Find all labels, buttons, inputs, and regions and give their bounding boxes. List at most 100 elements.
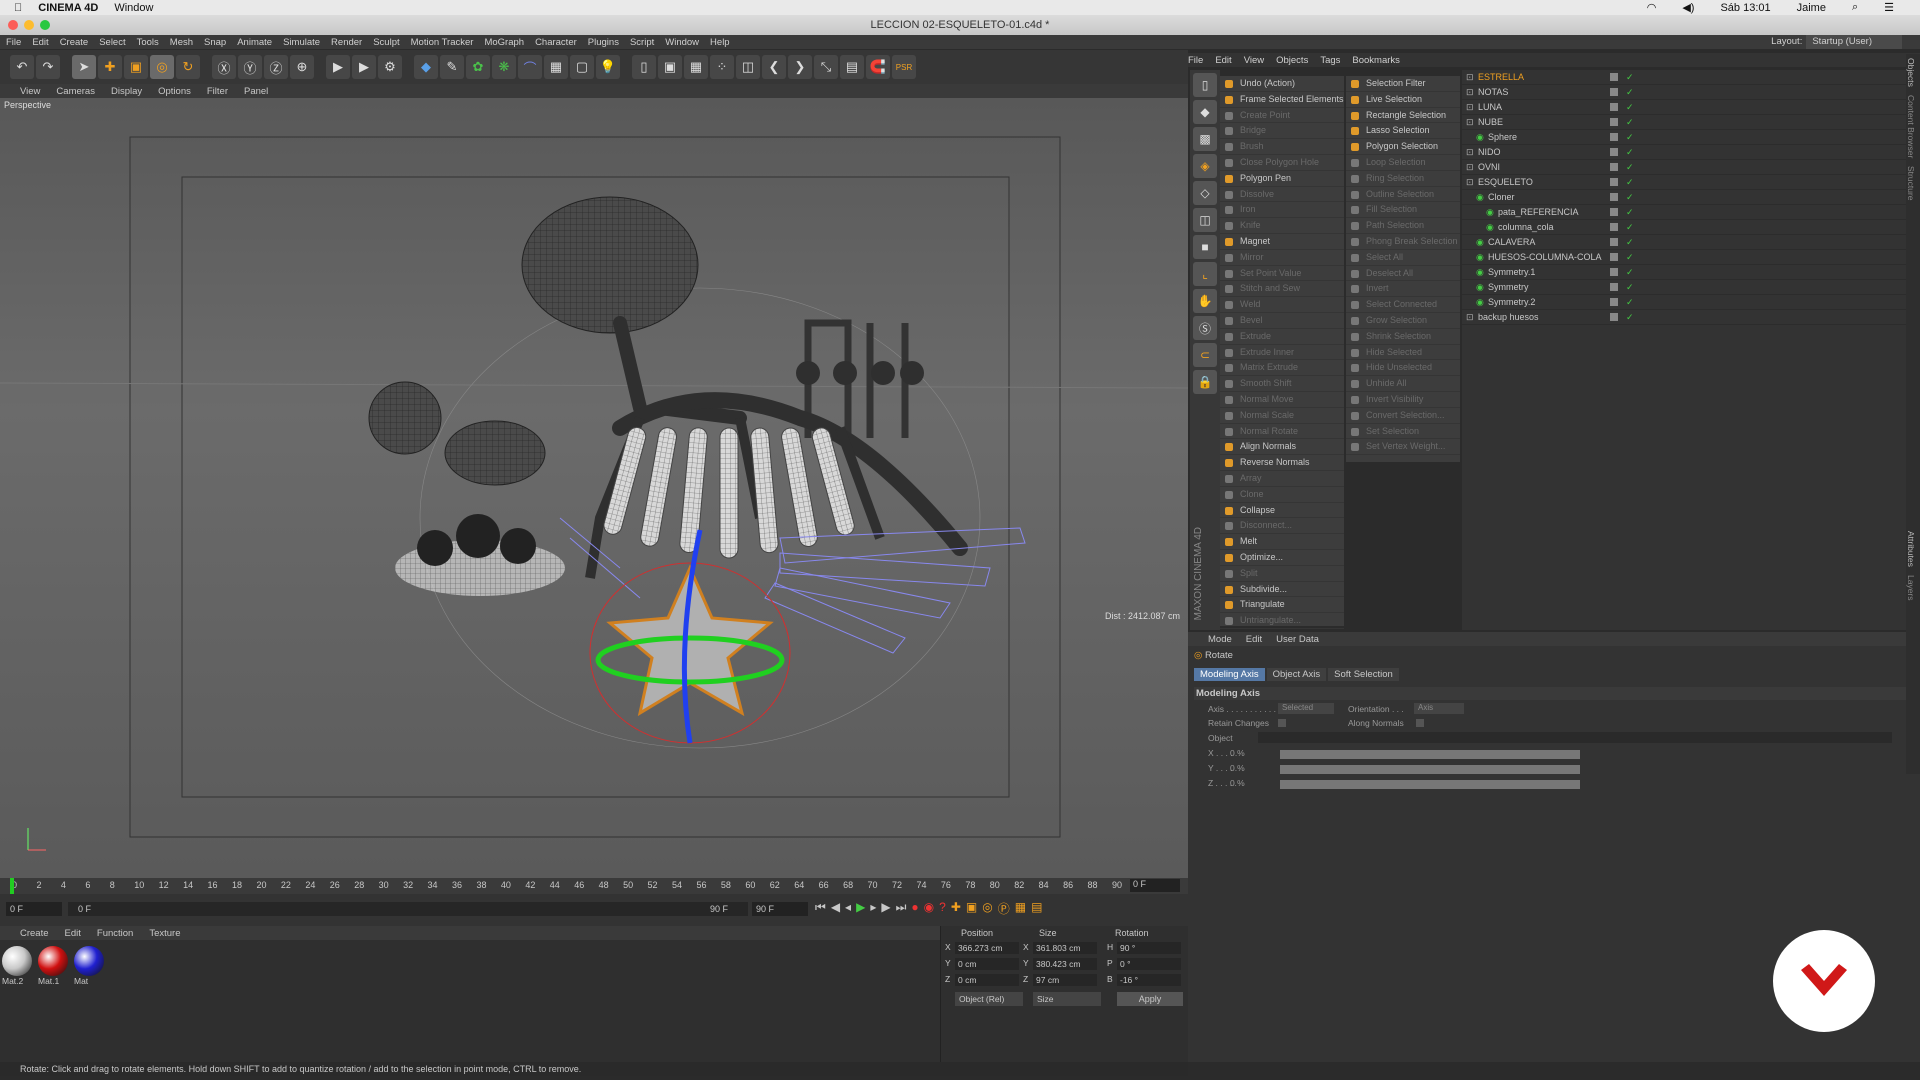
- polygons-icon[interactable]: ■: [1193, 235, 1217, 259]
- visibility-toggle[interactable]: [1610, 313, 1618, 321]
- visibility-toggle[interactable]: [1610, 208, 1618, 216]
- move-icon[interactable]: ✚: [98, 55, 122, 79]
- layout-selector[interactable]: Layout: Startup (User): [1771, 35, 1902, 49]
- axis-icon[interactable]: ⌞: [1193, 262, 1217, 286]
- visibility-toggle[interactable]: [1610, 268, 1618, 276]
- rotation-field[interactable]: 90 °: [1117, 942, 1181, 954]
- objmenu-tags[interactable]: Tags: [1320, 55, 1340, 66]
- end-frame-field[interactable]: 90 F: [752, 902, 808, 916]
- cmd-invert[interactable]: Invert: [1346, 281, 1460, 298]
- visibility-toggle[interactable]: [1610, 193, 1618, 201]
- make-editable-icon[interactable]: ▯: [632, 55, 656, 79]
- texture-mode-icon[interactable]: ▦: [684, 55, 708, 79]
- goto-end-icon[interactable]: ⏭: [896, 900, 907, 917]
- cmd-set-selection[interactable]: Set Selection: [1346, 424, 1460, 440]
- axis-slider-value[interactable]: 0 %: [1230, 748, 1270, 758]
- visibility-toggle[interactable]: [1610, 238, 1618, 246]
- edges-icon[interactable]: ◫: [1193, 208, 1217, 232]
- tab-modeling-axis[interactable]: Modeling Axis: [1194, 668, 1265, 681]
- objmenu-bookmarks[interactable]: Bookmarks: [1352, 55, 1400, 66]
- recent-tool-icon[interactable]: ↻: [176, 55, 200, 79]
- apple-icon[interactable]: : [14, 2, 22, 14]
- prev-icon[interactable]: ❮: [762, 55, 786, 79]
- object-row[interactable]: ◉ Symmetry ✓: [1462, 280, 1920, 295]
- layout-value[interactable]: Startup (User): [1806, 35, 1902, 49]
- enable-check-icon[interactable]: ✓: [1626, 310, 1634, 325]
- vpmenu-options[interactable]: Options: [158, 86, 191, 97]
- matmenu-edit[interactable]: Edit: [65, 928, 81, 939]
- cmd-shrink-selection[interactable]: Shrink Selection: [1346, 329, 1460, 345]
- timeline-menu-icon[interactable]: ▤: [1031, 900, 1042, 917]
- enable-check-icon[interactable]: ✓: [1626, 85, 1634, 100]
- object-row[interactable]: ⊡ OVNI ✓: [1462, 160, 1920, 175]
- object-row[interactable]: ◉ columna_cola ✓: [1462, 220, 1920, 235]
- menu-tools[interactable]: Tools: [137, 37, 159, 48]
- cmd-unhide-all[interactable]: Unhide All: [1346, 376, 1460, 392]
- cmd-select-connected[interactable]: Select Connected: [1346, 297, 1460, 313]
- menu-window[interactable]: Window: [665, 37, 699, 48]
- object-row[interactable]: ◉ Symmetry.1 ✓: [1462, 265, 1920, 280]
- spline-pen-icon[interactable]: ✎: [440, 55, 464, 79]
- camera-icon[interactable]: ▢: [570, 55, 594, 79]
- enable-check-icon[interactable]: ✓: [1626, 160, 1634, 175]
- axis-slider-bar[interactable]: [1280, 765, 1580, 774]
- cmd-untriangulate[interactable]: Untriangulate...: [1220, 613, 1344, 629]
- object-name[interactable]: columna_cola: [1498, 220, 1554, 235]
- menu-plugins[interactable]: Plugins: [588, 37, 619, 48]
- prev-frame-icon[interactable]: ◂: [845, 900, 851, 917]
- z-axis-lock-icon[interactable]: Ⓩ: [264, 55, 288, 79]
- material-swatch[interactable]: Mat: [74, 946, 106, 986]
- cmd-dissolve[interactable]: Dissolve: [1220, 187, 1344, 203]
- visibility-toggle[interactable]: [1610, 148, 1618, 156]
- objmenu-view[interactable]: View: [1244, 55, 1264, 66]
- cube-icon[interactable]: ◆: [414, 55, 438, 79]
- menu-snap[interactable]: Snap: [204, 37, 226, 48]
- coord-mode-select[interactable]: Object (Rel): [955, 992, 1023, 1006]
- cmd-normal-move[interactable]: Normal Move: [1220, 392, 1344, 408]
- visibility-toggle[interactable]: [1610, 178, 1618, 186]
- rotation-field[interactable]: -16 °: [1117, 974, 1181, 986]
- floor-icon[interactable]: ▦: [544, 55, 568, 79]
- menu-file[interactable]: File: [6, 37, 21, 48]
- position-field[interactable]: 0 cm: [955, 958, 1019, 970]
- prev-key-icon[interactable]: ◀: [831, 900, 840, 917]
- object-row[interactable]: ⊡ NOTAS ✓: [1462, 85, 1920, 100]
- cmd-hide-selected[interactable]: Hide Selected: [1346, 345, 1460, 361]
- object-name[interactable]: Sphere: [1488, 130, 1517, 145]
- position-field[interactable]: 0 cm: [955, 974, 1019, 986]
- enable-check-icon[interactable]: ✓: [1626, 175, 1634, 190]
- menu-sculpt[interactable]: Sculpt: [373, 37, 399, 48]
- cmd-triangulate[interactable]: Triangulate: [1220, 597, 1344, 614]
- menu-edit[interactable]: Edit: [32, 37, 48, 48]
- mac-window-menu[interactable]: Window: [114, 2, 153, 14]
- point-mode-icon[interactable]: ⁘: [710, 55, 734, 79]
- menu-create[interactable]: Create: [60, 37, 89, 48]
- visibility-toggle[interactable]: [1610, 103, 1618, 111]
- tweak-icon[interactable]: ✋: [1193, 289, 1217, 313]
- points-icon[interactable]: ◇: [1193, 181, 1217, 205]
- cmd-knife[interactable]: Knife: [1220, 218, 1344, 234]
- tab-soft-selection[interactable]: Soft Selection: [1328, 668, 1399, 681]
- enable-check-icon[interactable]: ✓: [1626, 190, 1634, 205]
- enable-check-icon[interactable]: ✓: [1626, 250, 1634, 265]
- material-ball[interactable]: [38, 946, 68, 976]
- size-mode-select[interactable]: Size: [1033, 992, 1101, 1006]
- vpmenu-cameras[interactable]: Cameras: [56, 86, 95, 97]
- cmd-deselect-all[interactable]: Deselect All: [1346, 266, 1460, 282]
- timeline-end-frame[interactable]: 0 F: [1130, 879, 1180, 892]
- keyframe-selection-icon[interactable]: ?: [939, 900, 946, 917]
- psr-icon[interactable]: PSR: [892, 55, 916, 79]
- coordinate-system-icon[interactable]: ⊕: [290, 55, 314, 79]
- enable-check-icon[interactable]: ✓: [1626, 145, 1634, 160]
- matmenu-function[interactable]: Function: [97, 928, 133, 939]
- cmd-live-selection[interactable]: Live Selection: [1346, 92, 1460, 108]
- visibility-toggle[interactable]: [1610, 283, 1618, 291]
- cmd-bridge[interactable]: Bridge: [1220, 123, 1344, 140]
- render-settings-icon[interactable]: ⚙: [378, 55, 402, 79]
- object-row[interactable]: ⊡ ESTRELLA ✓: [1462, 70, 1920, 85]
- menu-mesh[interactable]: Mesh: [170, 37, 193, 48]
- object-row[interactable]: ◉ Symmetry.2 ✓: [1462, 295, 1920, 310]
- cmd-hide-unselected[interactable]: Hide Unselected: [1346, 360, 1460, 377]
- next-key-icon[interactable]: ▶: [881, 900, 890, 917]
- object-name[interactable]: LUNA: [1478, 100, 1502, 115]
